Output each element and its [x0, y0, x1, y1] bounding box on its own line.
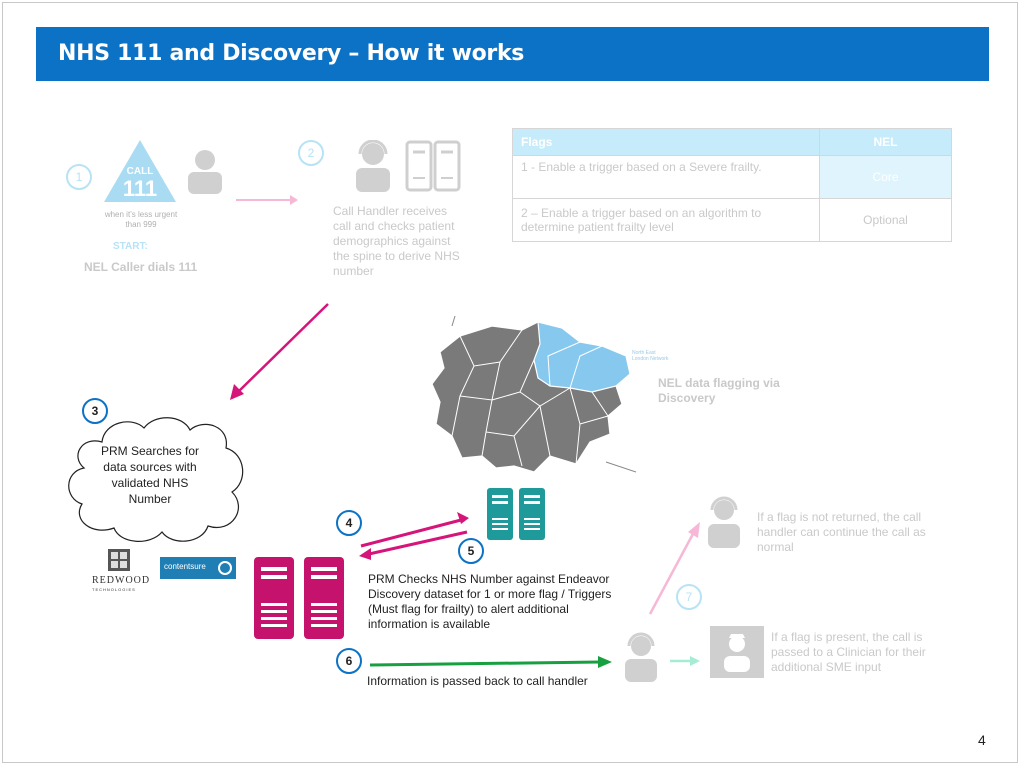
start-label: START: — [113, 241, 148, 252]
redwood-logo-icon — [108, 549, 130, 576]
flag-cell: 2 – Enable a trigger based on an algorit… — [512, 198, 820, 242]
page-title: NHS 111 and Discovery – How it works — [58, 41, 525, 66]
step-6-caption: Information is passed back to call handl… — [367, 674, 588, 688]
step-3-caption: PRM Searches for data sources with valid… — [100, 444, 200, 506]
call-icon-number: 111 — [122, 176, 158, 201]
step-7-present-caption: If a flag is present, the call is passed… — [771, 630, 926, 674]
nel-cell: Optional — [819, 198, 952, 242]
call-handler-headset-icon — [351, 139, 395, 199]
call-111-icon: CALL 111 — [100, 138, 180, 218]
arrow-to-clinician — [670, 656, 700, 666]
flags-table: Flags NEL 1 - Enable a trigger based on … — [512, 128, 952, 242]
redwood-logo-text: REDWOOD — [92, 575, 151, 586]
caller-person-icon — [184, 148, 226, 201]
prm-server-icon — [252, 555, 346, 646]
arrow-step1-to-step2 — [236, 195, 298, 205]
step-7-not-returned-caption: If a flag is not returned, the call hand… — [757, 510, 926, 554]
arrow-step2-to-step3 — [230, 303, 329, 400]
step-5-caption: PRM Checks NHS Number against Endeavor D… — [368, 572, 612, 631]
handler-headset-icon — [621, 632, 661, 689]
arrow-to-continue-call — [648, 522, 700, 615]
contentsure-ring-icon — [218, 561, 232, 575]
flags-header-flags: Flags — [512, 128, 820, 156]
continue-headset-icon — [704, 496, 744, 555]
page-number: 4 — [978, 732, 986, 748]
contentsure-logo: contentsure — [160, 557, 236, 579]
redwood-logo-subtext: TECHNOLOGIES — [92, 587, 136, 592]
flag-cell: 1 - Enable a trigger based on a Severe f… — [512, 155, 820, 199]
contentsure-logo-text: contentsure — [164, 562, 206, 571]
call-111-subtitle: when it’s less urgent than 999 — [104, 210, 178, 229]
step-5-number: 5 — [458, 538, 484, 564]
nel-cell: Core — [819, 155, 952, 199]
flags-header-nel: NEL — [819, 128, 952, 156]
london-map — [431, 316, 637, 473]
table-row: 2 – Enable a trigger based on an algorit… — [512, 198, 952, 242]
table-row: 1 - Enable a trigger based on a Severe f… — [512, 155, 952, 199]
map-region-label: North East London Network — [632, 350, 669, 362]
step-1-number: 1 — [66, 164, 92, 190]
step-6-number: 6 — [336, 648, 362, 674]
step-1-caption: NEL Caller dials 111 — [84, 260, 198, 274]
step-2-caption: Call Handler receives call and checks pa… — [333, 204, 460, 278]
arrow-step6-to-handler — [369, 656, 612, 668]
step-2-number: 2 — [298, 140, 324, 166]
clinician-icon — [710, 626, 764, 678]
title-bar: NHS 111 and Discovery – How it works — [36, 27, 989, 81]
discovery-server-icon — [485, 486, 547, 547]
map-caption: NEL data flagging via Discovery — [658, 376, 780, 405]
server-icon — [405, 140, 461, 197]
